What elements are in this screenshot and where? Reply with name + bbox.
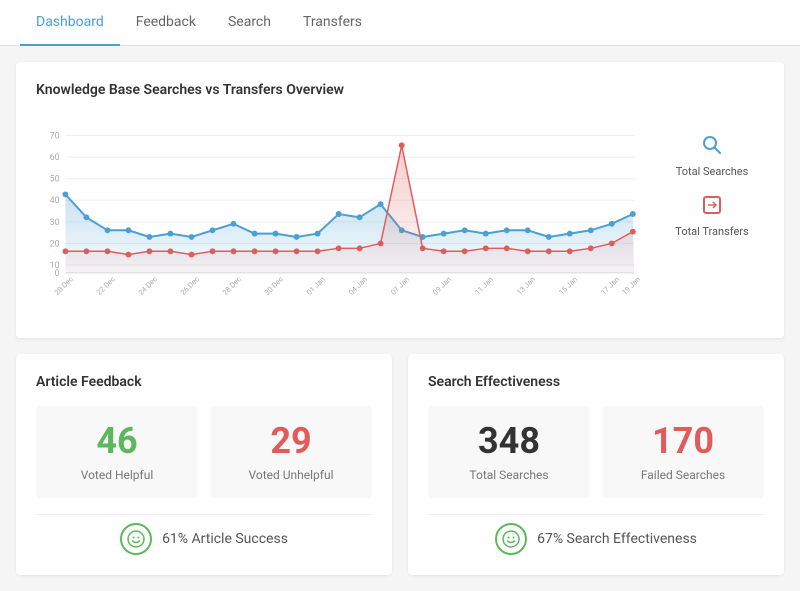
svg-text:09 Jan: 09 Jan bbox=[431, 275, 453, 297]
main-content: Knowledge Base Searches vs Transfers Ove… bbox=[0, 46, 800, 591]
svg-text:15 Jan: 15 Jan bbox=[557, 275, 579, 297]
tab-transfers[interactable]: Transfers bbox=[287, 0, 378, 46]
tab-bar: Dashboard Feedback Search Transfers bbox=[0, 0, 800, 46]
svg-text:28 Dec: 28 Dec bbox=[221, 274, 243, 296]
svg-text:22 Dec: 22 Dec bbox=[95, 274, 117, 296]
article-feedback-card: Article Feedback 46 Voted Helpful 29 Vot… bbox=[16, 354, 392, 575]
svg-text:04 Jan: 04 Jan bbox=[347, 275, 369, 297]
total-searches-box: 348 Total Searches bbox=[428, 406, 590, 498]
svg-text:07 Jan: 07 Jan bbox=[389, 275, 411, 297]
chart-card: Knowledge Base Searches vs Transfers Ove… bbox=[16, 62, 784, 338]
chart-area: 70 60 50 40 30 20 10 0 bbox=[36, 114, 764, 318]
app-container: Dashboard Feedback Search Transfers Know… bbox=[0, 0, 800, 591]
search-effectiveness-footer: 67% Search Effectiveness bbox=[428, 514, 764, 555]
search-effectiveness-card: Search Effectiveness 348 Total Searches … bbox=[408, 354, 784, 575]
chart-svg: 70 60 50 40 30 20 10 0 bbox=[36, 114, 644, 318]
voted-unhelpful-number: 29 bbox=[226, 422, 356, 462]
svg-text:70: 70 bbox=[50, 131, 60, 141]
svg-text:11 Jan: 11 Jan bbox=[473, 275, 495, 297]
voted-unhelpful-label: Voted Unhelpful bbox=[226, 468, 356, 482]
article-feedback-title: Article Feedback bbox=[36, 374, 372, 390]
svg-text:20: 20 bbox=[50, 239, 60, 249]
svg-text:26 Dec: 26 Dec bbox=[179, 274, 201, 296]
failed-searches-label: Failed Searches bbox=[618, 468, 748, 482]
total-searches-number: 348 bbox=[444, 422, 574, 462]
svg-text:01 Jan: 01 Jan bbox=[305, 275, 327, 297]
article-smiley-icon bbox=[120, 523, 152, 555]
total-transfers-legend-label: Total Transfers bbox=[675, 225, 748, 238]
svg-text:40: 40 bbox=[50, 196, 60, 206]
failed-searches-box: 170 Failed Searches bbox=[602, 406, 764, 498]
svg-text:24 Dec: 24 Dec bbox=[137, 274, 159, 296]
transfer-legend-icon bbox=[701, 194, 723, 221]
chart-legend: Total Searches Total Transfers bbox=[644, 114, 764, 238]
tab-dashboard[interactable]: Dashboard bbox=[20, 0, 120, 46]
search-effectiveness-percent: 67% Search Effectiveness bbox=[537, 531, 697, 547]
article-success-footer: 61% Article Success bbox=[36, 514, 372, 555]
failed-searches-number: 170 bbox=[618, 422, 748, 462]
voted-helpful-number: 46 bbox=[52, 422, 182, 462]
article-feedback-stats: 46 Voted Helpful 29 Voted Unhelpful bbox=[36, 406, 372, 498]
tab-search[interactable]: Search bbox=[212, 0, 287, 46]
tab-feedback[interactable]: Feedback bbox=[120, 0, 212, 46]
svg-text:30: 30 bbox=[50, 218, 60, 228]
svg-text:19 Jan: 19 Jan bbox=[620, 275, 642, 297]
legend-total-searches: Total Searches bbox=[660, 134, 764, 178]
voted-unhelpful-box: 29 Voted Unhelpful bbox=[210, 406, 372, 498]
chart-title: Knowledge Base Searches vs Transfers Ove… bbox=[36, 82, 764, 98]
article-success-percent: 61% Article Success bbox=[162, 531, 288, 547]
total-searches-legend-label: Total Searches bbox=[676, 165, 749, 178]
search-effectiveness-title: Search Effectiveness bbox=[428, 374, 764, 390]
search-effectiveness-stats: 348 Total Searches 170 Failed Searches bbox=[428, 406, 764, 498]
svg-text:50: 50 bbox=[50, 175, 60, 185]
cards-row: Article Feedback 46 Voted Helpful 29 Vot… bbox=[16, 354, 784, 575]
svg-text:0: 0 bbox=[55, 269, 60, 279]
svg-text:60: 60 bbox=[50, 153, 60, 163]
svg-text:30 Dec: 30 Dec bbox=[263, 274, 285, 296]
search-legend-icon bbox=[701, 134, 723, 161]
svg-text:13 Jan: 13 Jan bbox=[515, 275, 537, 297]
voted-helpful-box: 46 Voted Helpful bbox=[36, 406, 198, 498]
search-smiley-icon bbox=[495, 523, 527, 555]
total-searches-label: Total Searches bbox=[444, 468, 574, 482]
legend-total-transfers: Total Transfers bbox=[660, 194, 764, 238]
svg-text:17 Jan: 17 Jan bbox=[599, 275, 621, 297]
voted-helpful-label: Voted Helpful bbox=[52, 468, 182, 482]
